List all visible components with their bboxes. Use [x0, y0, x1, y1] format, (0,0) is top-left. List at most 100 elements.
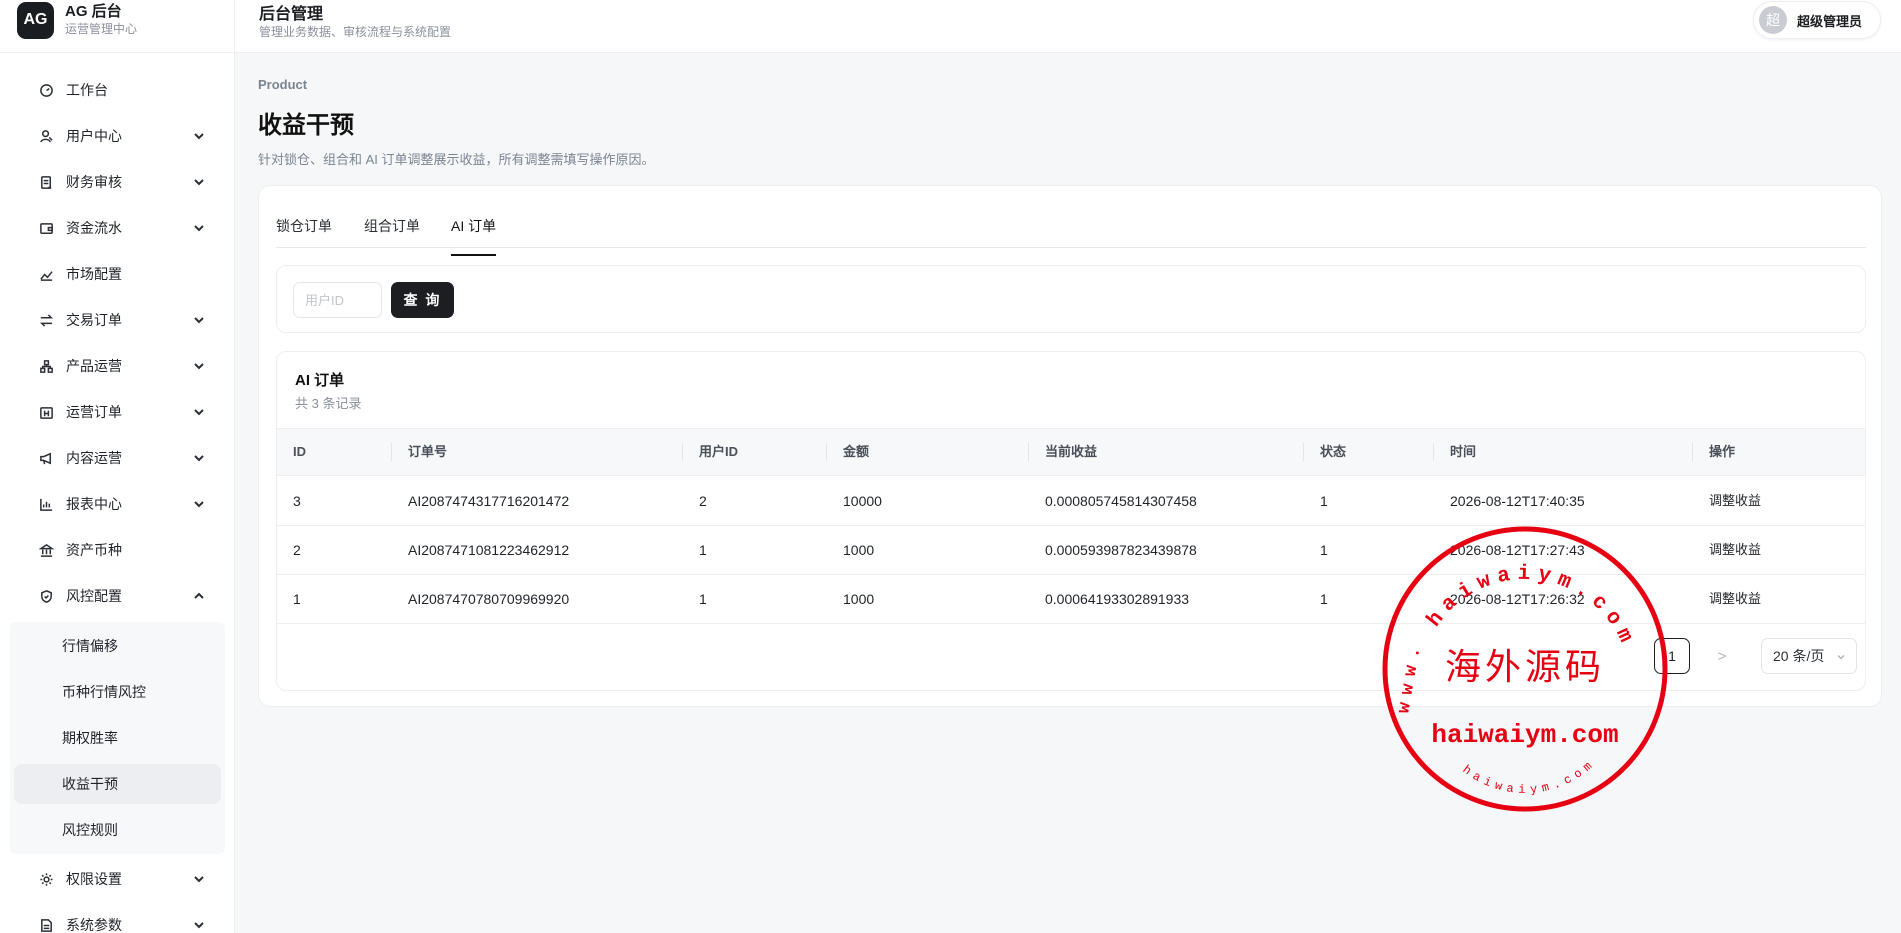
sidebar-item-content-ops[interactable]: 内容运营: [14, 439, 220, 477]
chevron-down-icon: [192, 175, 206, 189]
cell-profit: 0.000593987823439878: [1045, 542, 1197, 558]
adjust-profit-link[interactable]: 调整收益: [1709, 575, 1761, 623]
swap-icon: [38, 312, 54, 328]
sidebar-item-label: 报表中心: [66, 496, 122, 512]
user-icon: [38, 128, 54, 144]
sidebar-item-system-params[interactable]: 系统参数: [14, 906, 220, 933]
sidebar-item-finance-review[interactable]: 财务审核: [14, 163, 220, 201]
sidebar-item-label: 资产币种: [66, 542, 122, 558]
page-size-label: 20 条/页: [1773, 648, 1825, 664]
sidebar-item-label: 运营订单: [66, 404, 122, 420]
column-header-action: 操作: [1709, 444, 1736, 459]
bar-chart-icon: [38, 496, 54, 512]
pagination-page-button[interactable]: 1: [1654, 638, 1690, 674]
cell-amount: 10000: [843, 493, 882, 509]
watermark-bottom-arc-text: haiwaiym.com: [1460, 756, 1599, 797]
user-menu[interactable]: 超 超级管理员: [1753, 1, 1881, 39]
sidebar-subitem-profit-intervention[interactable]: 收益干预: [14, 764, 221, 804]
cell-time: 2026-08-12T17:40:35: [1450, 493, 1585, 509]
cell-status: 1: [1320, 542, 1328, 558]
sidebar-item-risk-control[interactable]: 风控配置: [14, 577, 220, 615]
sidebar: AG AG 后台 运营管理中心 工作台 用户中心 财务审核 资金流水 市场配置 …: [0, 0, 235, 933]
user-name: 超级管理员: [1797, 13, 1863, 29]
cell-user-id: 2: [699, 493, 707, 509]
chevron-down-icon: [192, 497, 206, 511]
cell-id: 2: [293, 542, 301, 558]
sidebar-item-label: 内容运营: [66, 450, 122, 466]
gear-icon: [38, 871, 54, 887]
brand-title: AG 后台: [65, 3, 122, 20]
chevron-down-icon: [192, 872, 206, 886]
column-divider: [682, 443, 683, 461]
column-divider: [391, 443, 392, 461]
wallet-icon: [38, 220, 54, 236]
cell-status: 1: [1320, 591, 1328, 607]
table-row: 1 AI2087470780709969920 1 1000 0.0006419…: [277, 575, 1865, 624]
cell-amount: 1000: [843, 542, 875, 558]
sidebar-item-market-config[interactable]: 市场配置: [14, 255, 220, 293]
chevron-down-icon: [192, 405, 206, 419]
tab-ai-orders[interactable]: AI 订单: [451, 216, 497, 256]
page-eyebrow: Product: [258, 77, 308, 92]
dashboard-icon: [38, 82, 54, 98]
column-header-time: 时间: [1450, 444, 1477, 459]
sidebar-item-permissions[interactable]: 权限设置: [14, 860, 220, 898]
sidebar-item-product-ops[interactable]: 产品运营: [14, 347, 220, 385]
watermark-domain-text: haiwaiym.com: [1431, 720, 1618, 750]
chevron-down-icon: [192, 313, 206, 327]
column-header-user-id: 用户ID: [699, 444, 739, 459]
tab-combo-orders[interactable]: 组合订单: [364, 216, 420, 254]
chevron-down-icon: [192, 451, 206, 465]
sidebar-divider: [0, 52, 234, 53]
chevron-down-icon: [192, 129, 206, 143]
sidebar-item-user-center[interactable]: 用户中心: [14, 117, 220, 155]
sidebar-item-dashboard[interactable]: 工作台: [14, 71, 220, 109]
chevron-up-icon: [192, 589, 206, 603]
record-count: 共 3 条记录: [295, 396, 362, 411]
query-button[interactable]: 查 询: [391, 282, 454, 318]
chevron-down-icon: [1837, 654, 1845, 660]
sidebar-item-ops-orders[interactable]: 运营订单: [14, 393, 220, 431]
column-divider: [826, 443, 827, 461]
column-divider: [1303, 443, 1304, 461]
brand-logo: AG: [17, 1, 54, 39]
tab-lock-orders[interactable]: 锁仓订单: [276, 216, 332, 254]
sidebar-item-fund-flow[interactable]: 资金流水: [14, 209, 220, 247]
header-subtitle: 管理业务数据、审核流程与系统配置: [259, 25, 452, 39]
cell-status: 1: [1320, 493, 1328, 509]
sidebar-subitem-coin-risk[interactable]: 币种行情风控: [14, 672, 221, 712]
sidebar-item-label: 风控配置: [66, 588, 122, 604]
pagination-next-button[interactable]: >: [1707, 638, 1737, 674]
trend-icon: [38, 266, 54, 282]
avatar: 超: [1759, 6, 1787, 34]
main-card: 锁仓订单 组合订单 AI 订单 查 询 AI 订单 共 3 条记录 ID 订单号…: [258, 185, 1882, 707]
chevron-down-icon: [192, 221, 206, 235]
page-size-select[interactable]: 20 条/页: [1761, 638, 1857, 674]
column-header-id: ID: [293, 444, 306, 459]
sidebar-item-reports[interactable]: 报表中心: [14, 485, 220, 523]
sidebar-item-label: 交易订单: [66, 312, 122, 328]
shield-icon: [38, 588, 54, 604]
cell-id: 3: [293, 493, 301, 509]
page-title: 收益干预: [258, 112, 354, 139]
cell-profit: 0.000805745814307458: [1045, 493, 1197, 509]
sidebar-subitem-risk-rules[interactable]: 风控规则: [14, 810, 221, 850]
risk-control-submenu: 行情偏移 币种行情风控 期权胜率 收益干预 风控规则: [10, 622, 225, 854]
column-divider: [1692, 443, 1693, 461]
sidebar-item-label: 工作台: [66, 82, 108, 98]
header-title: 后台管理: [259, 6, 324, 23]
sidebar-item-trade-orders[interactable]: 交易订单: [14, 301, 220, 339]
calendar-icon: [38, 404, 54, 420]
orders-table-card: AI 订单 共 3 条记录 ID 订单号 用户ID 金额 当前收益 状态 时间 …: [276, 351, 1866, 691]
adjust-profit-link[interactable]: 调整收益: [1709, 526, 1761, 574]
brand[interactable]: AG AG 后台 运营管理中心: [17, 0, 137, 40]
sidebar-subitem-option-winrate[interactable]: 期权胜率: [14, 718, 221, 758]
sidebar-item-assets[interactable]: 资产币种: [14, 531, 220, 569]
cell-order-no: AI2087471081223462912: [408, 542, 570, 558]
cell-time: 2026-08-12T17:27:43: [1450, 542, 1585, 558]
adjust-profit-link[interactable]: 调整收益: [1709, 477, 1761, 525]
tab-bar: 锁仓订单 组合订单 AI 订单: [276, 186, 1866, 256]
sidebar-subitem-market-offset[interactable]: 行情偏移: [14, 626, 221, 666]
cell-order-no: AI2087470780709969920: [408, 591, 570, 607]
user-id-input[interactable]: [293, 282, 382, 318]
